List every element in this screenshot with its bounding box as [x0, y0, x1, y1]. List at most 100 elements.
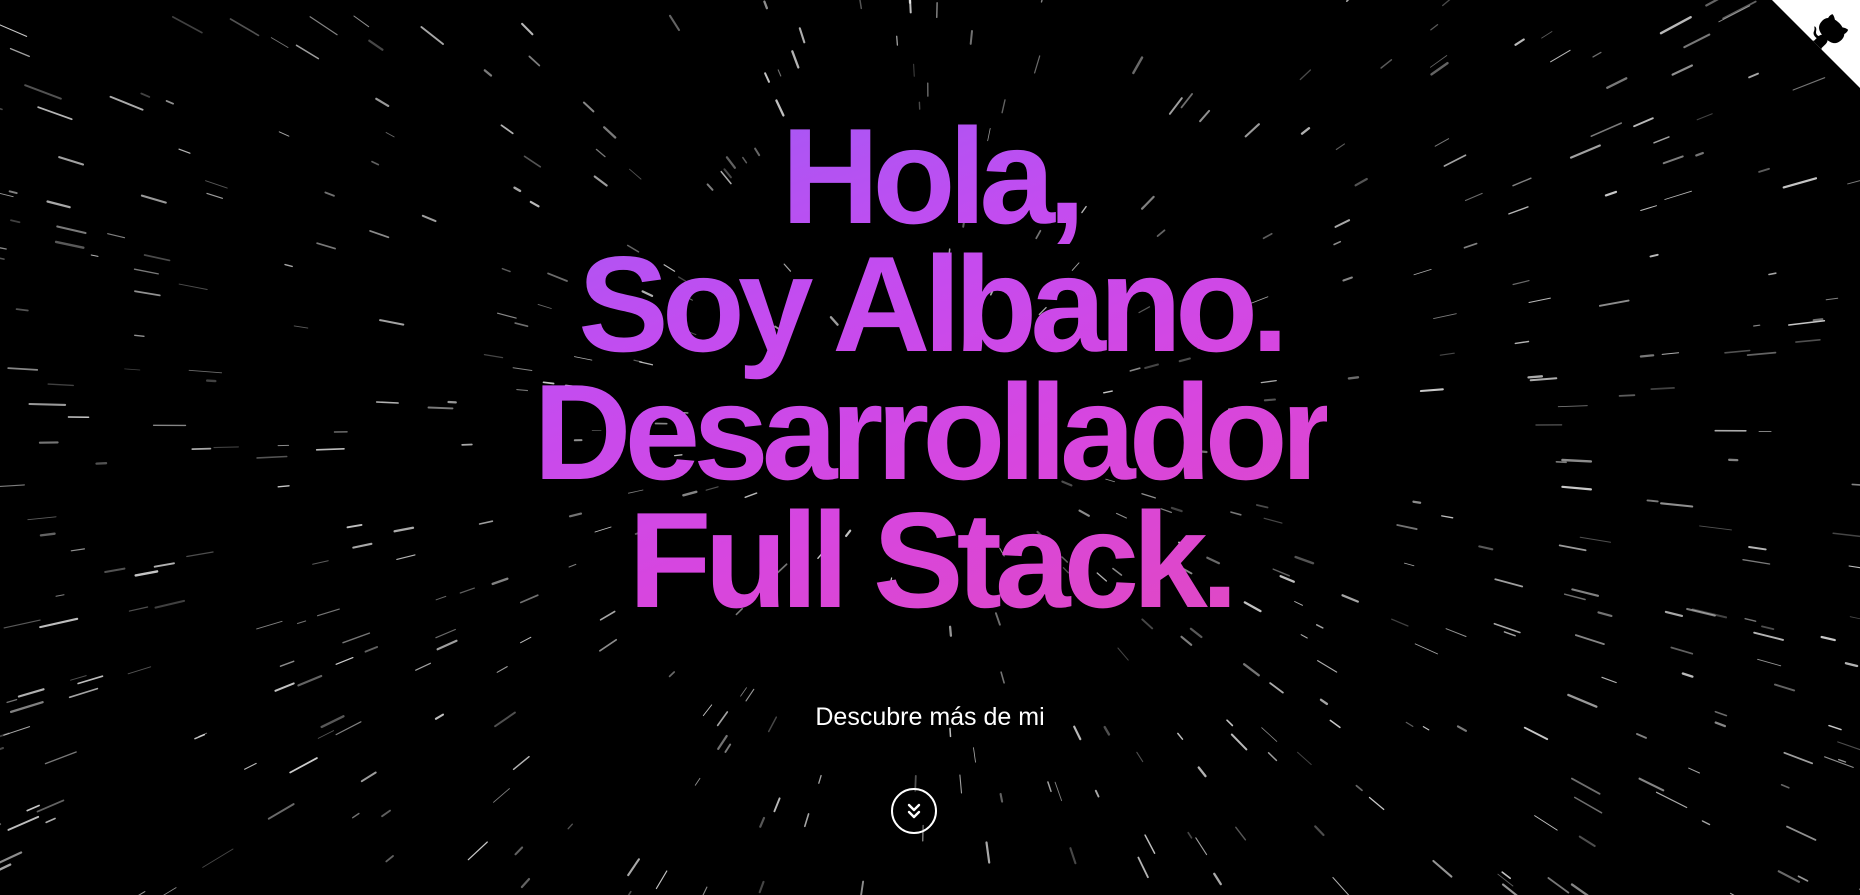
star-streak [1547, 877, 1570, 894]
star-streak [1497, 873, 1514, 887]
star-streak [1346, 0, 1350, 3]
star-streak [1753, 631, 1784, 641]
star-streak [1000, 671, 1005, 684]
star-streak [163, 887, 177, 895]
star-streak [68, 687, 99, 699]
star-streak [627, 858, 640, 877]
star-streak [1213, 872, 1222, 886]
star-streak [1430, 24, 1439, 31]
star-streak [1844, 662, 1859, 668]
star-streak [1269, 682, 1284, 694]
star-streak [582, 101, 595, 113]
star-streak [1820, 635, 1836, 642]
star-streak [999, 792, 1004, 803]
star-streak [1355, 784, 1363, 792]
star-streak [1445, 628, 1467, 637]
star-streak [0, 107, 3, 111]
star-streak [1722, 0, 1757, 20]
hero-line-role: Desarrollador [533, 356, 1327, 508]
star-streak [1442, 0, 1451, 7]
star-streak [335, 656, 354, 665]
star-streak [1230, 733, 1248, 751]
star-streak [436, 639, 458, 651]
hero-line-greeting: Hola, [781, 100, 1079, 252]
star-streak [1069, 847, 1077, 865]
landing-page: Hola, Soy Albano. Desarrollador Full Sta… [0, 0, 1860, 895]
star-streak [913, 63, 915, 77]
star-streak [1317, 660, 1338, 673]
star-streak [791, 50, 800, 69]
hero-line-name: Soy Albano. [578, 228, 1282, 380]
star-streak [270, 37, 289, 48]
star-streak [1501, 871, 1511, 880]
star-streak [758, 880, 765, 894]
star-streak [0, 863, 12, 871]
scroll-down-button[interactable] [891, 788, 937, 834]
star-streak [528, 55, 541, 67]
star-streak [1235, 826, 1247, 841]
star-streak [138, 891, 146, 895]
star-streak [1592, 51, 1602, 58]
star-streak [496, 666, 508, 673]
star-streak [1047, 781, 1052, 793]
star-streak [1033, 55, 1041, 74]
star-streak [668, 671, 676, 678]
star-streak [1606, 77, 1628, 89]
star-streak [297, 674, 323, 687]
star-streak [0, 732, 10, 738]
star-streak [567, 823, 573, 830]
star-streak [1783, 751, 1813, 765]
star-streak [1837, 758, 1847, 763]
star-streak [45, 817, 56, 824]
star-streak [1774, 683, 1796, 692]
star-streak [1132, 56, 1144, 75]
star-streak [194, 734, 206, 740]
star-streak [859, 0, 863, 10]
star-streak [342, 632, 371, 644]
star-streak [1718, 5, 1751, 23]
hero-title: Hola, Soy Albano. Desarrollador Full Sta… [533, 112, 1326, 624]
star-streak [1786, 825, 1817, 841]
star-streak [493, 788, 510, 803]
star-streak [763, 0, 769, 10]
star-streak [764, 72, 770, 83]
hero-section: Hola, Soy Albano. Desarrollador Full Sta… [0, 112, 1860, 624]
star-streak [1267, 752, 1278, 762]
star-streak [352, 812, 360, 819]
github-corner-link[interactable] [1772, 0, 1860, 88]
star-streak [1701, 820, 1711, 826]
star-streak [7, 815, 40, 831]
star-streak [127, 666, 152, 675]
star-streak [1550, 49, 1571, 63]
star-streak [520, 636, 532, 644]
star-streak [1414, 643, 1438, 655]
star-streak [512, 755, 530, 771]
star-streak [896, 35, 899, 46]
star-streak [360, 771, 377, 783]
star-streak [668, 14, 681, 32]
star-streak [171, 16, 203, 34]
star-streak [773, 797, 781, 813]
star-streak [1670, 646, 1694, 655]
star-streak [353, 15, 370, 28]
star-streak [1570, 883, 1589, 895]
star-streak [1601, 676, 1617, 684]
star-streak [0, 747, 4, 751]
star-streak [1297, 751, 1312, 765]
star-streak [1541, 31, 1553, 39]
star-streak [1659, 16, 1692, 35]
star-streak [140, 92, 151, 98]
star-streak [520, 877, 531, 889]
star-streak [745, 688, 755, 702]
star-streak [860, 880, 865, 895]
star-streak [1683, 33, 1711, 49]
star-streak [1332, 877, 1350, 895]
star-streak [1054, 781, 1063, 802]
star-streak [44, 751, 77, 765]
star-streak [973, 747, 976, 763]
star-streak [1368, 796, 1385, 811]
star-streak [244, 762, 257, 770]
star-streak [267, 803, 295, 820]
star-streak [385, 855, 394, 863]
star-streak [1094, 789, 1100, 798]
